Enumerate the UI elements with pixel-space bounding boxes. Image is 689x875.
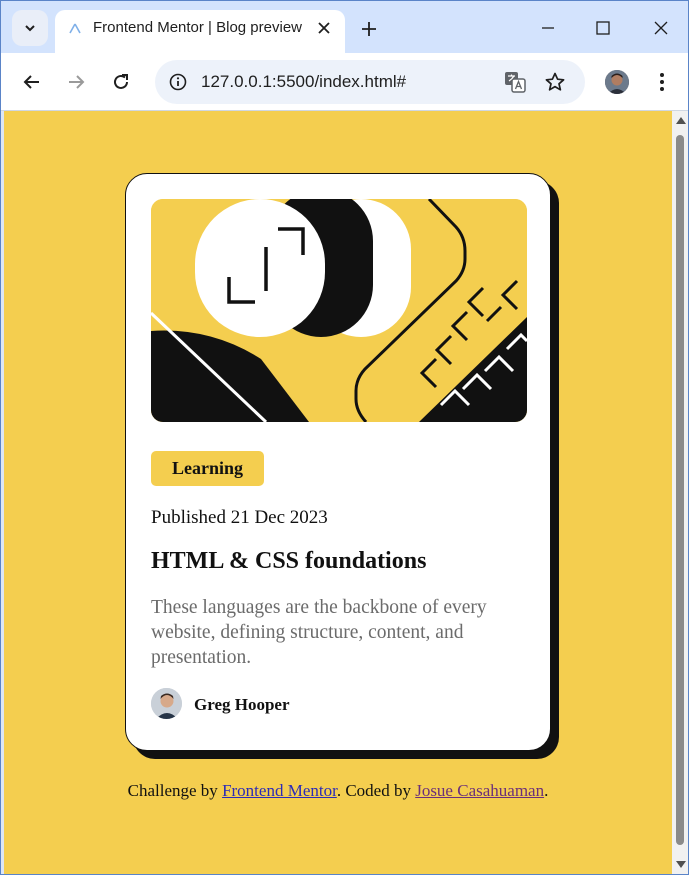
tab-title: Frontend Mentor | Blog preview <box>93 19 302 36</box>
minimize-button[interactable] <box>533 13 563 43</box>
scroll-thumb[interactable] <box>676 135 684 845</box>
minimize-icon <box>542 27 554 29</box>
reload-icon <box>114 74 128 89</box>
back-button[interactable] <box>17 67 47 97</box>
star-icon <box>545 72 565 91</box>
page-viewport: Learning Published 21 Dec 2023 HTML & CS… <box>4 111 672 874</box>
author-avatar-icon <box>151 688 182 719</box>
profile-avatar-button[interactable] <box>605 70 629 94</box>
close-tab-button[interactable] <box>315 19 333 37</box>
profile-avatar-icon <box>605 70 629 94</box>
arrow-left-icon <box>23 75 39 89</box>
scroll-up-arrow-icon[interactable] <box>676 117 686 124</box>
close-icon <box>654 21 668 35</box>
browser-toolbar: 127.0.0.1:5500/index.html# <box>1 53 688 111</box>
browser-window: Frontend Mentor | Blog preview 127.0.0.1… <box>0 0 689 875</box>
attribution-middle: . Coded by <box>336 781 411 800</box>
author-avatar <box>151 688 182 719</box>
close-window-button[interactable] <box>646 13 676 43</box>
tab-strip: Frontend Mentor | Blog preview <box>1 1 688 53</box>
favicon-icon <box>69 23 81 34</box>
browser-menu-button[interactable] <box>649 67 675 97</box>
forward-button[interactable] <box>61 67 91 97</box>
hero-illustration-graphic <box>151 199 527 422</box>
attribution-suffix: . <box>544 781 549 800</box>
author-link[interactable]: Josue Casahuaman <box>415 781 544 800</box>
close-icon <box>318 22 330 34</box>
arrow-right-icon <box>69 75 85 89</box>
info-icon <box>169 73 187 91</box>
address-bar[interactable]: 127.0.0.1:5500/index.html# <box>155 60 585 104</box>
url-text[interactable]: 127.0.0.1:5500/index.html# <box>201 72 406 92</box>
plus-icon <box>362 22 376 36</box>
author-name: Greg Hooper <box>194 695 290 714</box>
article-description: These languages are the backbone of ever… <box>151 597 487 668</box>
attribution-prefix: Challenge by <box>127 781 218 800</box>
bookmark-button[interactable] <box>541 68 569 96</box>
site-info-button[interactable] <box>163 67 193 97</box>
chevron-down-icon <box>25 25 35 32</box>
maximize-button[interactable] <box>588 13 618 43</box>
attribution: Challenge by Frontend Mentor. Coded by J… <box>4 781 672 801</box>
translate-button[interactable] <box>501 68 529 96</box>
maximize-icon <box>596 21 610 35</box>
published-date: Published 21 Dec 2023 <box>151 507 328 528</box>
category-badge: Learning <box>151 451 264 486</box>
translate-icon <box>505 72 526 93</box>
tab-blog-preview[interactable]: Frontend Mentor | Blog preview <box>55 10 345 53</box>
hero-illustration <box>151 199 527 422</box>
vertical-scrollbar[interactable] <box>672 111 688 874</box>
tab-search-button[interactable] <box>12 10 48 46</box>
reload-button[interactable] <box>106 67 136 97</box>
blog-preview-card: Learning Published 21 Dec 2023 HTML & CS… <box>125 173 551 751</box>
new-tab-button[interactable] <box>357 17 381 41</box>
more-vert-icon <box>660 73 664 91</box>
article-title[interactable]: HTML & CSS foundations <box>151 548 426 575</box>
scroll-down-arrow-icon[interactable] <box>676 861 686 868</box>
frontend-mentor-link[interactable]: Frontend Mentor <box>222 781 337 800</box>
